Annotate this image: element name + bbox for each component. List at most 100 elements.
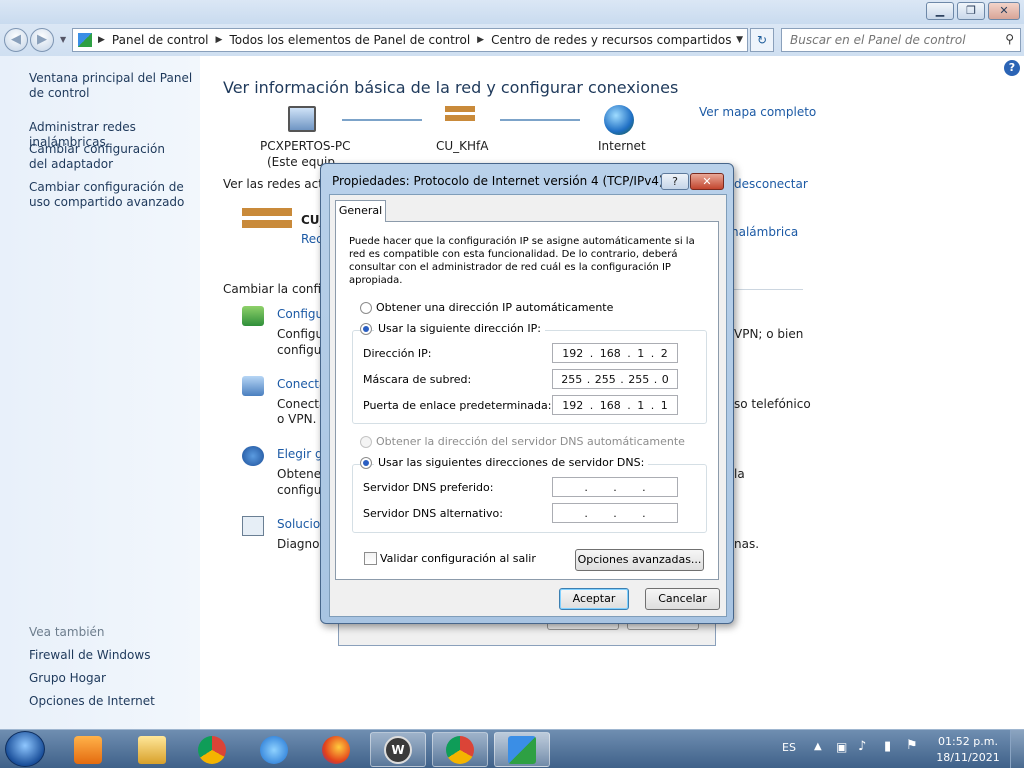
gateway-octet[interactable]: 1 [637, 399, 644, 412]
ok-button[interactable]: Aceptar [559, 588, 629, 610]
taskbar-explorer[interactable] [124, 732, 180, 767]
ip-octet[interactable]: 1 [637, 347, 644, 360]
sidebar-link-adapter[interactable]: Cambiar configuración del adaptador [29, 142, 179, 172]
refresh-icon[interactable]: ↻ [750, 28, 774, 52]
see-also-internet-options[interactable]: Opciones de Internet [29, 694, 199, 709]
gateway-octet[interactable]: 1 [661, 399, 668, 412]
mask-octet[interactable]: 0 [662, 373, 669, 386]
breadcrumb-network-center[interactable]: Centro de redes y recursos compartidos [491, 33, 731, 47]
recent-pages-icon[interactable]: ▼ [60, 35, 66, 44]
node-computer-name: PCXPERTOS-PC [260, 139, 351, 153]
ip-manual-label[interactable]: Usar la siguiente dirección IP: [374, 322, 545, 335]
dns-auto-radio [360, 436, 372, 448]
cancel-button[interactable]: Cancelar [645, 588, 720, 610]
maximize-button[interactable]: ❐ [957, 2, 985, 20]
ip-manual-radio[interactable] [360, 323, 372, 335]
dns-manual-radio[interactable] [360, 457, 372, 469]
task-desc: Diagnos [277, 537, 326, 551]
show-desktop-button[interactable] [1010, 730, 1024, 768]
sidebar-link-home[interactable]: Ventana principal del Panel de control [29, 71, 199, 101]
ip-octet[interactable]: 192 [562, 347, 583, 360]
see-also-homegroup[interactable]: Grupo Hogar [29, 671, 199, 686]
sidebar-link-sharing[interactable]: Cambiar configuración de uso compartido … [29, 180, 199, 210]
ip-octet[interactable]: 2 [661, 347, 668, 360]
taskbar-ie[interactable] [246, 732, 302, 767]
device-icon[interactable]: ▣ [836, 740, 847, 754]
dot: . [650, 346, 655, 360]
task-desc: Obtener [277, 467, 327, 481]
validate-checkbox[interactable] [364, 552, 377, 565]
taskbar-firefox[interactable] [308, 732, 364, 767]
node-network-name: CU_KHfA [436, 139, 489, 153]
wireless-link[interactable]: nalámbrica [731, 225, 798, 239]
dns-alternate-field[interactable]: ... [552, 503, 678, 523]
dot: . [589, 398, 594, 412]
dot: . [627, 346, 631, 360]
taskbar-wps[interactable]: W [370, 732, 426, 767]
mask-octet[interactable]: 255 [628, 373, 649, 386]
task-desc: Conecta [277, 397, 327, 411]
dialog-description: Puede hacer que la configuración IP se a… [349, 236, 695, 286]
help-icon[interactable]: ? [1004, 60, 1020, 76]
close-button[interactable]: ✕ [988, 2, 1020, 20]
search-icon[interactable]: ⚲ [1005, 32, 1014, 46]
ip-address-field[interactable]: 192. 168. 1. 2 [552, 343, 678, 363]
chevron-down-icon[interactable]: ▼ [736, 35, 743, 45]
mask-octet[interactable]: 255 [595, 373, 616, 386]
dns-manual-label[interactable]: Usar las siguientes direcciones de servi… [374, 456, 649, 469]
forward-icon[interactable]: ▶ [30, 28, 54, 52]
dialog-close-button[interactable]: ✕ [690, 173, 724, 190]
network-signal-icon[interactable]: ▮ [884, 739, 891, 754]
ip-auto-label[interactable]: Obtener una dirección IP automáticamente [376, 301, 613, 314]
taskbar-media-player[interactable] [60, 732, 116, 767]
dot: . [620, 372, 624, 386]
taskbar-chrome-2[interactable] [432, 732, 488, 767]
help-button[interactable]: ? [661, 173, 689, 190]
volume-icon[interactable]: ♪ [858, 739, 866, 754]
validate-label[interactable]: Validar configuración al salir [380, 552, 536, 565]
task-link-setup[interactable]: Configu [277, 307, 323, 321]
gateway-octet[interactable]: 168 [600, 399, 621, 412]
breadcrumb-control-panel[interactable]: Panel de control [112, 33, 209, 47]
show-hidden-icons[interactable]: ▲ [814, 741, 822, 752]
chrome-icon [198, 735, 226, 764]
advanced-options-button[interactable]: Opciones avanzadas... [575, 549, 704, 571]
clock-date[interactable]: 18/11/2021 [936, 751, 1000, 764]
gateway-octet[interactable]: 192 [562, 399, 583, 412]
subnet-mask-field[interactable]: 255. 255. 255. 0 [552, 369, 678, 389]
taskbar-chrome[interactable] [184, 732, 240, 767]
dot: . [653, 372, 658, 386]
page-title: Ver información básica de la red y confi… [223, 78, 679, 97]
minimize-button[interactable]: ▁ [926, 2, 954, 20]
bench-icon [445, 106, 475, 130]
dot: . [642, 480, 646, 494]
dot: . [650, 398, 655, 412]
address-bar[interactable]: ▶ Panel de control ▶ Todos los elementos… [72, 28, 748, 52]
back-icon[interactable]: ◀ [4, 28, 28, 52]
action-center-flag-icon[interactable]: ⚑ [906, 738, 918, 753]
full-map-link[interactable]: Ver mapa completo [699, 105, 816, 119]
dns-preferred-field[interactable]: ... [552, 477, 678, 497]
taskbar-control-panel[interactable] [494, 732, 550, 767]
chrome-icon [446, 735, 474, 764]
gateway-field[interactable]: 192. 168. 1. 1 [552, 395, 678, 415]
language-indicator[interactable]: ES [782, 741, 796, 754]
tab-general[interactable]: General [335, 200, 386, 222]
search-box[interactable]: ⚲ [781, 28, 1021, 52]
media-player-icon [74, 735, 102, 764]
search-input[interactable] [782, 29, 992, 51]
disconnect-link[interactable]: desconectar [734, 177, 808, 191]
ip-octet[interactable]: 168 [600, 347, 621, 360]
ip-auto-radio[interactable] [360, 302, 372, 314]
see-also-firewall[interactable]: Firewall de Windows [29, 648, 199, 663]
task-link-connect[interactable]: Conecta [277, 377, 326, 391]
chevron-right-icon: ▶ [98, 35, 105, 45]
clock-time[interactable]: 01:52 p.m. [936, 735, 1000, 748]
see-also-title: Vea también [29, 625, 105, 639]
task-desc-tail: nas. [734, 537, 760, 551]
connect-network-icon [242, 376, 264, 396]
start-button[interactable] [5, 731, 45, 767]
breadcrumb-all-items[interactable]: Todos los elementos de Panel de control [229, 33, 470, 47]
mask-octet[interactable]: 255 [561, 373, 582, 386]
dot: . [589, 346, 594, 360]
